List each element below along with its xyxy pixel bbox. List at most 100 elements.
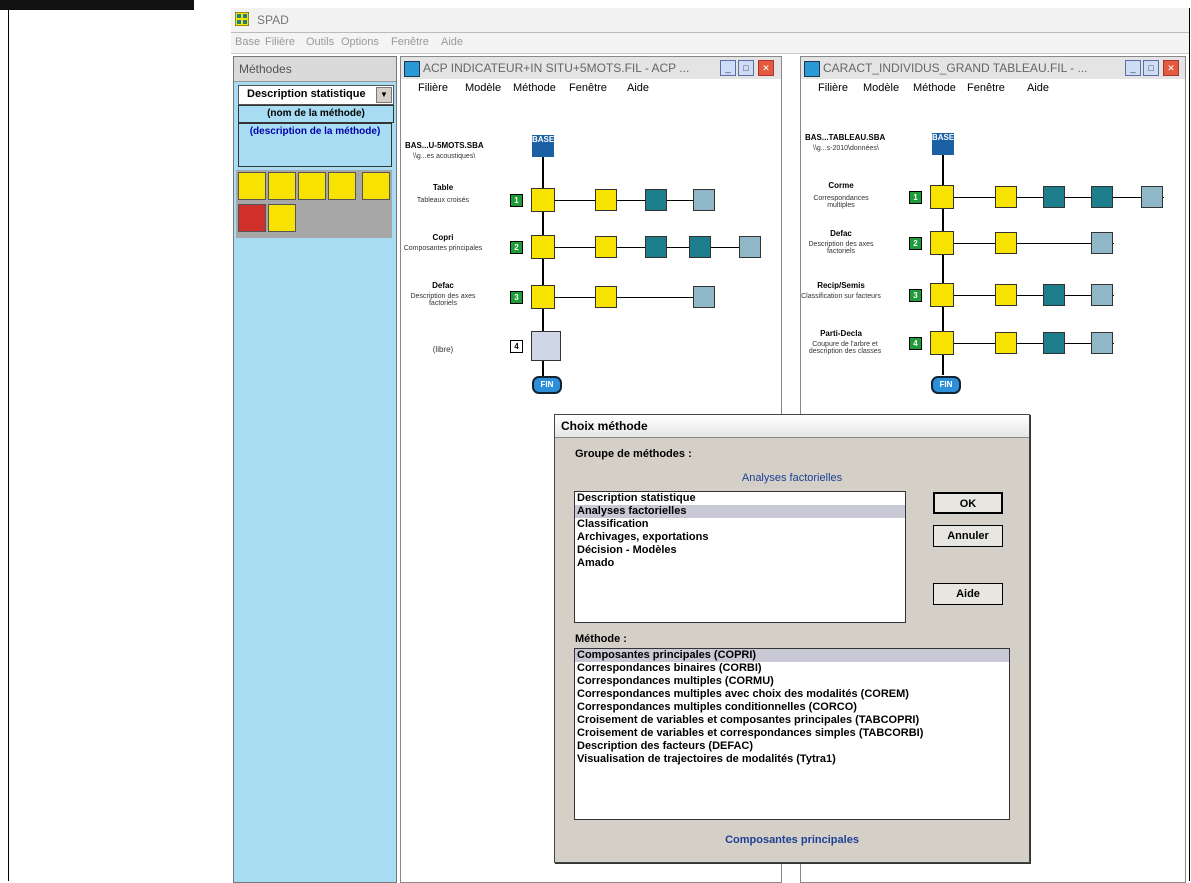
help-button[interactable]: Aide	[933, 583, 1003, 605]
method-listbox[interactable]: Composantes principales (COPRI) Correspo…	[574, 648, 1010, 820]
list-item[interactable]: Amado	[575, 557, 905, 570]
defac-method-node[interactable]	[930, 231, 954, 255]
list-item[interactable]: Décision - Modèles	[575, 544, 905, 557]
close-icon[interactable]: ✕	[1163, 60, 1179, 76]
list-item[interactable]: Archivages, exportations	[575, 531, 905, 544]
tool-icon[interactable]	[1091, 284, 1113, 306]
report-icon[interactable]	[595, 189, 617, 211]
list-item[interactable]: Description des facteurs (DEFAC)	[575, 740, 1009, 753]
screen-icon[interactable]	[645, 236, 667, 258]
method-group-combo[interactable]: Description statistique ▼	[238, 85, 394, 105]
win-menu-filiere[interactable]: Filière	[418, 82, 448, 94]
corme-method-node[interactable]	[930, 185, 954, 209]
win-menu-fenetre[interactable]: Fenêtre	[967, 82, 1005, 94]
bar-chart-icon[interactable]	[268, 172, 296, 200]
recip-method-node[interactable]	[930, 283, 954, 307]
tool-icon[interactable]	[693, 286, 715, 308]
screen-icon[interactable]	[1043, 284, 1065, 306]
list-item[interactable]: Classification	[575, 518, 905, 531]
histogram-icon[interactable]	[238, 172, 266, 200]
ok-button[interactable]: OK	[933, 492, 1003, 514]
app-title-bar: SPAD	[231, 8, 1189, 33]
close-icon[interactable]: ✕	[758, 60, 774, 76]
list-item[interactable]: Description statistique	[575, 492, 905, 505]
graph-icon[interactable]	[1091, 186, 1113, 208]
menu-aide[interactable]: Aide	[441, 36, 463, 48]
win-menu-aide[interactable]: Aide	[627, 82, 649, 94]
menu-outils[interactable]: Outils	[306, 36, 334, 48]
menu-fenetre[interactable]: Fenêtre	[391, 36, 429, 48]
tool-icon[interactable]	[1141, 186, 1163, 208]
list-item[interactable]: Correspondances binaires (CORBI)	[575, 662, 1009, 675]
scatter-icon[interactable]	[362, 172, 390, 200]
report-icon[interactable]	[995, 186, 1017, 208]
menu-options[interactable]: Options	[341, 36, 379, 48]
minimize-icon[interactable]: _	[720, 60, 736, 76]
defac-method-node[interactable]	[531, 285, 555, 309]
step-desc: (libre)	[432, 345, 454, 354]
parti-method-node[interactable]	[930, 331, 954, 355]
maximize-icon[interactable]: □	[738, 60, 754, 76]
tool-icon[interactable]	[1091, 332, 1113, 354]
tool-icon[interactable]	[1091, 232, 1113, 254]
step-number: 1	[909, 191, 922, 204]
win-menu-methode[interactable]: Méthode	[513, 82, 556, 94]
choose-method-dialog: Choix méthode Groupe de méthodes : Analy…	[554, 414, 1030, 863]
screen-icon[interactable]	[1043, 332, 1065, 354]
methods-panel-title: Méthodes	[239, 62, 292, 76]
step-number: 4	[510, 340, 523, 353]
menu-base[interactable]: Base	[235, 36, 260, 48]
list-item[interactable]: Croisement de variables et composantes p…	[575, 714, 1009, 727]
win-menu-modele[interactable]: Modèle	[465, 82, 501, 94]
curve-icon[interactable]	[298, 172, 326, 200]
tool-icon[interactable]	[739, 236, 761, 258]
free-slot-node[interactable]	[531, 331, 561, 361]
base-file-name: BAS...U-5MOTS.SBA	[405, 141, 484, 150]
list-item[interactable]: Correspondances multiples avec choix des…	[575, 688, 1009, 701]
step-number: 3	[510, 291, 523, 304]
maximize-icon[interactable]: □	[1143, 60, 1159, 76]
list-item-selected[interactable]: Analyses factorielles	[575, 505, 905, 518]
list-item[interactable]: Correspondances multiples (CORMU)	[575, 675, 1009, 688]
connector	[954, 343, 1114, 344]
list-item[interactable]: Visualisation de trajectoires de modalit…	[575, 753, 1009, 766]
fin-node[interactable]: FIN	[532, 376, 562, 394]
method-label: Méthode :	[575, 633, 627, 645]
decision-icon[interactable]	[268, 204, 296, 232]
list-item[interactable]: Croisement de variables et correspondanc…	[575, 727, 1009, 740]
win-menu-methode[interactable]: Méthode	[913, 82, 956, 94]
step-title: Copri	[432, 233, 454, 242]
report-icon[interactable]	[995, 232, 1017, 254]
win-menu-filiere[interactable]: Filière	[818, 82, 848, 94]
minimize-icon[interactable]: _	[1125, 60, 1141, 76]
win-menu-fenetre[interactable]: Fenêtre	[569, 82, 607, 94]
tool-icon[interactable]	[693, 189, 715, 211]
graph-icon[interactable]	[689, 236, 711, 258]
connector	[954, 295, 1114, 296]
screen-icon[interactable]	[645, 189, 667, 211]
win-menu-aide[interactable]: Aide	[1027, 82, 1049, 94]
connector	[954, 243, 1114, 244]
base-node[interactable]: BASE	[932, 133, 954, 155]
dialog-title: Choix méthode	[561, 419, 648, 433]
step-title: Recip/Semis	[817, 281, 865, 290]
table-icon[interactable]	[328, 172, 356, 200]
chevron-down-icon[interactable]: ▼	[376, 87, 392, 103]
step-number: 3	[909, 289, 922, 302]
fin-node[interactable]: FIN	[931, 376, 961, 394]
copri-method-node[interactable]	[531, 235, 555, 259]
group-listbox[interactable]: Description statistique Analyses factori…	[574, 491, 906, 623]
table-method-node[interactable]	[531, 188, 555, 212]
screen-icon[interactable]	[1043, 186, 1065, 208]
report-icon[interactable]	[995, 332, 1017, 354]
list-item-selected[interactable]: Composantes principales (COPRI)	[575, 649, 1009, 662]
report-icon[interactable]	[595, 286, 617, 308]
cancel-button[interactable]: Annuler	[933, 525, 1003, 547]
list-item[interactable]: Correspondances multiples conditionnelle…	[575, 701, 1009, 714]
report-icon[interactable]	[595, 236, 617, 258]
win-menu-modele[interactable]: Modèle	[863, 82, 899, 94]
venn-icon[interactable]	[238, 204, 266, 232]
report-icon[interactable]	[995, 284, 1017, 306]
base-node[interactable]: BASE	[532, 135, 554, 157]
menu-filiere[interactable]: Filière	[265, 36, 295, 48]
